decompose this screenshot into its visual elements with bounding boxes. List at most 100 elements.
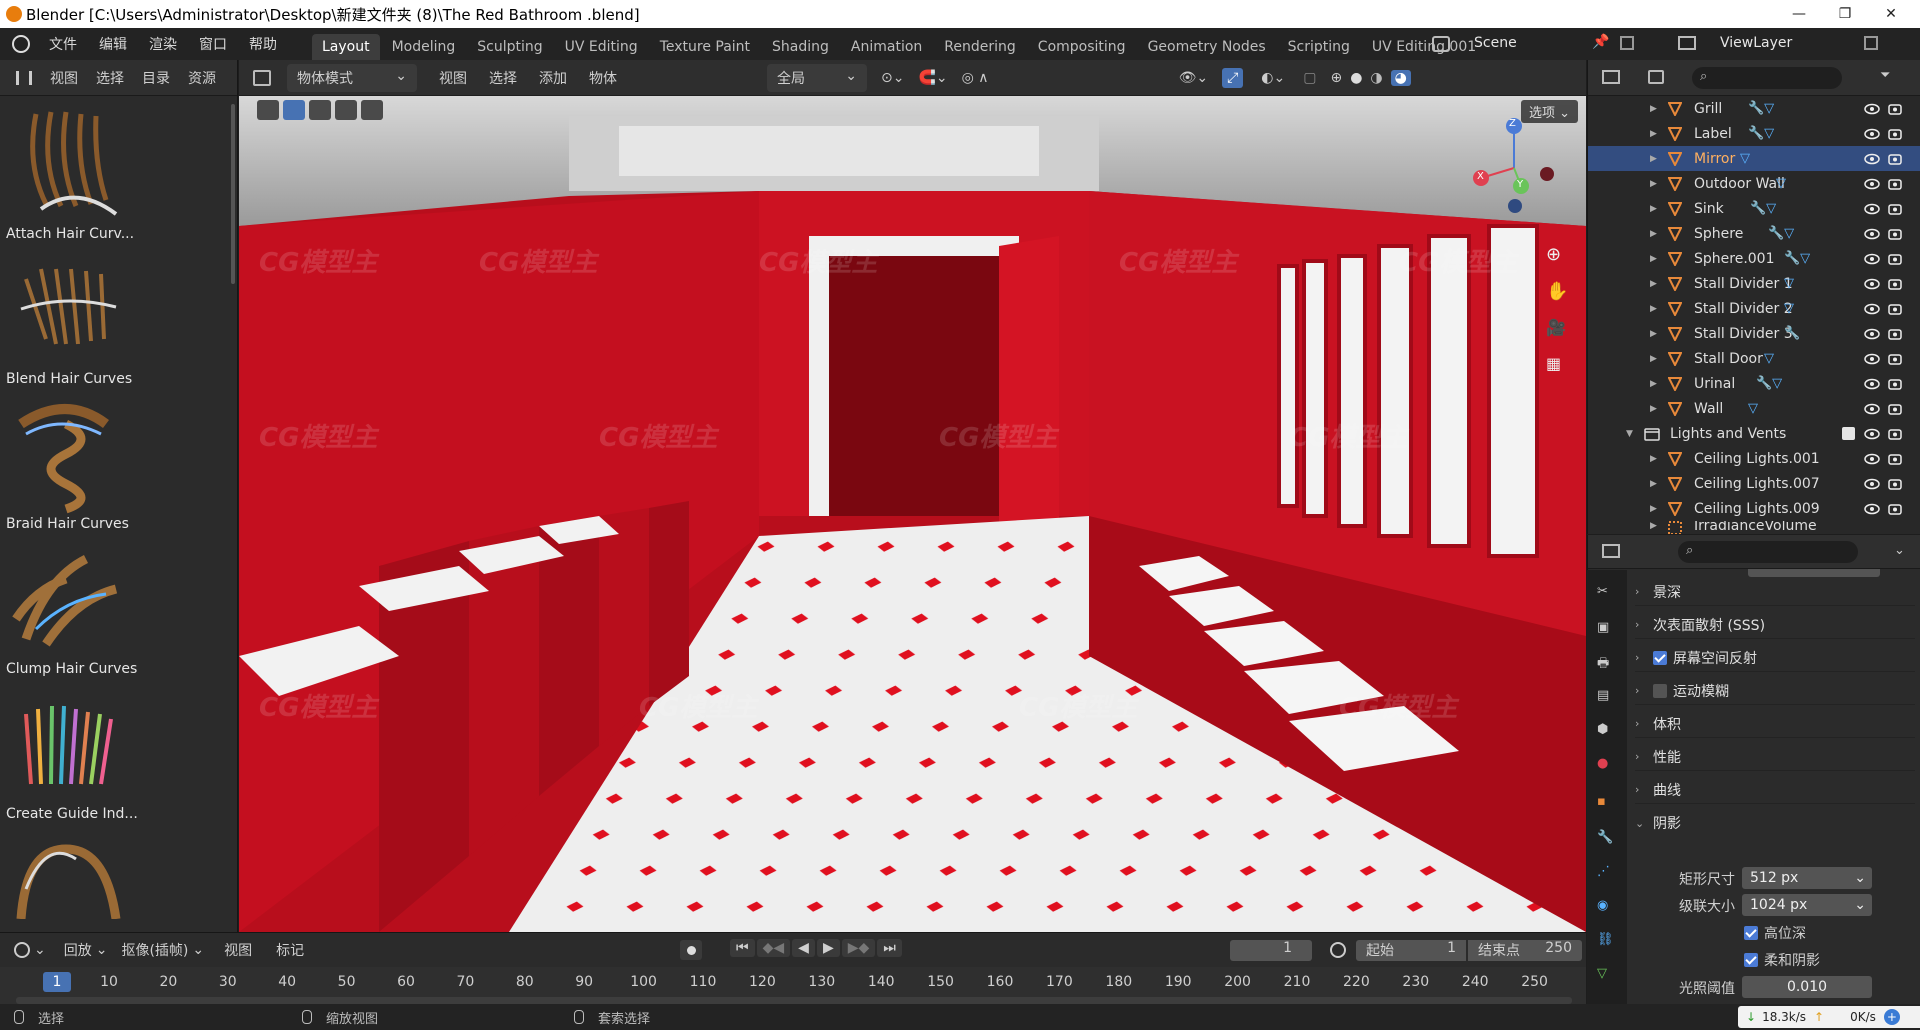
select-intersect-icon[interactable] xyxy=(361,100,383,120)
view-layer-name[interactable]: ViewLayer xyxy=(1720,35,1792,51)
section-performance[interactable]: › 性能 xyxy=(1635,743,1915,771)
pivot-icon[interactable]: ⊙⌄ xyxy=(881,70,904,86)
editor-type-icon[interactable] xyxy=(1602,70,1620,84)
expand-arrow-icon[interactable]: ▶ xyxy=(1650,504,1657,514)
editor-type-icon[interactable] xyxy=(16,70,32,85)
transform-orientation-dropdown[interactable]: 全局 ⌄ xyxy=(767,63,867,92)
visibility-eye-icon[interactable] xyxy=(1864,153,1880,165)
visibility-eye-icon[interactable] xyxy=(1864,403,1880,415)
cube-size-dropdown[interactable]: 512 px ⌄ xyxy=(1742,867,1872,889)
tab-shading[interactable]: Shading xyxy=(762,34,839,60)
properties-search-field[interactable]: ⌕ xyxy=(1678,541,1858,563)
close-button[interactable]: ✕ xyxy=(1868,0,1914,28)
outliner-item-outdoor-wall[interactable]: ▶ Outdoor Wall ▽ xyxy=(1588,171,1920,196)
minimize-button[interactable]: — xyxy=(1776,0,1822,28)
mode-dropdown[interactable]: 物体模式 ⌄ xyxy=(287,63,417,92)
tab-modeling[interactable]: Modeling xyxy=(382,34,466,60)
render-camera-icon[interactable] xyxy=(1888,153,1902,165)
tweak-tool-icon[interactable] xyxy=(257,100,279,120)
soft-shadows-checkbox[interactable] xyxy=(1744,953,1758,967)
outliner-item-stall-divider-2[interactable]: ▶ Stall Divider 2 ▽ xyxy=(1588,296,1920,321)
asset-tile[interactable]: Create Guide Ind... xyxy=(6,684,138,822)
outliner-item-stall-divider-3[interactable]: ▶ Stall Divider 3 🔧 xyxy=(1588,321,1920,346)
asset-menu-asset[interactable]: 资源 xyxy=(188,68,216,88)
new-view-layer-icon[interactable] xyxy=(1864,36,1878,50)
expand-arrow-icon[interactable]: ▶ xyxy=(1650,204,1657,214)
render-camera-icon[interactable] xyxy=(1888,403,1902,415)
tab-rendering[interactable]: Rendering xyxy=(934,34,1026,60)
expand-arrow-icon[interactable]: ▶ xyxy=(1650,229,1657,239)
visibility-eye-icon[interactable] xyxy=(1864,103,1880,115)
visibility-eye-icon[interactable] xyxy=(1864,178,1880,190)
asset-scrollbar[interactable] xyxy=(231,104,235,284)
xray-icon[interactable]: ▢ xyxy=(1303,70,1316,86)
asset-menu-view[interactable]: 视图 xyxy=(50,68,78,88)
section-shadows[interactable]: ⌄ 阴影 xyxy=(1635,809,1915,837)
view-layer-icon[interactable] xyxy=(1678,36,1696,50)
rendered-shading-icon[interactable]: ◕ xyxy=(1390,69,1411,86)
menu-help[interactable]: 帮助 xyxy=(238,34,288,54)
chevron-down-icon[interactable]: ⌄ xyxy=(1894,543,1905,558)
render-camera-icon[interactable] xyxy=(1888,378,1902,390)
tab-uv-editing-001[interactable]: UV Editing.001 xyxy=(1362,34,1486,60)
section-subsurface-scattering[interactable]: › 次表面散射 (SSS) xyxy=(1635,611,1915,639)
scene-icon[interactable] xyxy=(1432,36,1450,52)
expand-arrow-icon[interactable]: ▶ xyxy=(1650,454,1657,464)
scene-name[interactable]: Scene xyxy=(1474,35,1517,51)
expand-arrow-icon[interactable]: ▶ xyxy=(1650,129,1657,139)
outliner-item-ceiling-lights-009[interactable]: ▶ Ceiling Lights.009 xyxy=(1588,496,1920,521)
render-camera-icon[interactable] xyxy=(1888,353,1902,365)
tab-compositing[interactable]: Compositing xyxy=(1028,34,1136,60)
camera-view-icon[interactable]: 🎥 xyxy=(1546,318,1566,337)
solid-shading-icon[interactable]: ● xyxy=(1350,70,1362,86)
snap-icon[interactable]: 🧲⌄ xyxy=(918,70,947,86)
outliner-collection-lights-and-vents[interactable]: ▼ Lights and Vents xyxy=(1588,421,1920,446)
visibility-eye-icon[interactable] xyxy=(1864,453,1880,465)
render-camera-icon[interactable] xyxy=(1888,128,1902,140)
visibility-eye-icon[interactable] xyxy=(1864,328,1880,340)
3d-viewport[interactable]: CG模型主 CG模型主 CG模型主 CG模型主 CG模型主 CG模型主 CG模型… xyxy=(239,96,1586,932)
zoom-icon[interactable]: ⊕ xyxy=(1546,244,1561,265)
section-depth-of-field[interactable]: › 景深 xyxy=(1635,578,1915,606)
outliner-item-sphere-001[interactable]: ▶ Sphere.001 🔧▽ xyxy=(1588,246,1920,271)
select-box-icon[interactable] xyxy=(283,100,305,120)
editor-type-icon[interactable] xyxy=(1602,544,1620,558)
pan-hand-icon[interactable]: ✋ xyxy=(1546,281,1568,302)
expand-arrow-icon[interactable]: ▶ xyxy=(1650,379,1657,389)
asset-tile[interactable] xyxy=(6,829,134,919)
section-motion-blur[interactable]: › 运动模糊 xyxy=(1635,677,1915,705)
expand-arrow-icon[interactable]: ▶ xyxy=(1650,104,1657,114)
render-camera-icon[interactable] xyxy=(1888,303,1902,315)
filter-icon[interactable]: ⏷ xyxy=(1880,68,1890,83)
visibility-eye-icon[interactable] xyxy=(1864,478,1880,490)
expand-arrow-icon[interactable]: ▶ xyxy=(1650,404,1657,414)
outliner-item-urinal[interactable]: ▶ Urinal 🔧▽ xyxy=(1588,371,1920,396)
asset-menu-select[interactable]: 选择 xyxy=(96,68,124,88)
visibility-eye-icon[interactable] xyxy=(1864,428,1880,440)
expand-arrow-icon[interactable]: ▶ xyxy=(1650,521,1657,531)
editor-type-icon[interactable] xyxy=(253,69,271,86)
expand-arrow-icon[interactable]: ▶ xyxy=(1650,279,1657,289)
render-camera-icon[interactable] xyxy=(1888,203,1902,215)
section-screen-space-reflections[interactable]: › 屏幕空间反射 xyxy=(1635,644,1915,672)
cascade-size-dropdown[interactable]: 1024 px ⌄ xyxy=(1742,894,1872,916)
add-icon[interactable]: + xyxy=(1883,1009,1900,1025)
render-camera-icon[interactable] xyxy=(1888,253,1902,265)
section-volumetrics[interactable]: › 体积 xyxy=(1635,710,1915,738)
visibility-icon[interactable]: 👁⌄ xyxy=(1179,70,1209,86)
visibility-eye-icon[interactable] xyxy=(1864,253,1880,265)
wireframe-shading-icon[interactable]: ⊕ xyxy=(1330,70,1342,86)
pin-icon[interactable]: 📌 xyxy=(1592,34,1609,50)
visibility-eye-icon[interactable] xyxy=(1864,128,1880,140)
render-camera-icon[interactable] xyxy=(1888,453,1902,465)
render-camera-icon[interactable] xyxy=(1888,328,1902,340)
visibility-eye-icon[interactable] xyxy=(1864,353,1880,365)
tab-texture-paint[interactable]: Texture Paint xyxy=(650,34,760,60)
menu-file[interactable]: 文件 xyxy=(38,34,88,54)
soft-shadows-toggle[interactable]: 柔和阴影 xyxy=(1744,950,1820,970)
asset-tile[interactable]: Blend Hair Curves xyxy=(6,249,134,387)
proportional-edit-icon[interactable]: ◎ ∧ xyxy=(962,70,989,86)
display-mode-icon[interactable] xyxy=(1648,70,1664,84)
select-extend-icon[interactable] xyxy=(309,100,331,120)
expand-arrow-icon[interactable]: ▶ xyxy=(1650,304,1657,314)
